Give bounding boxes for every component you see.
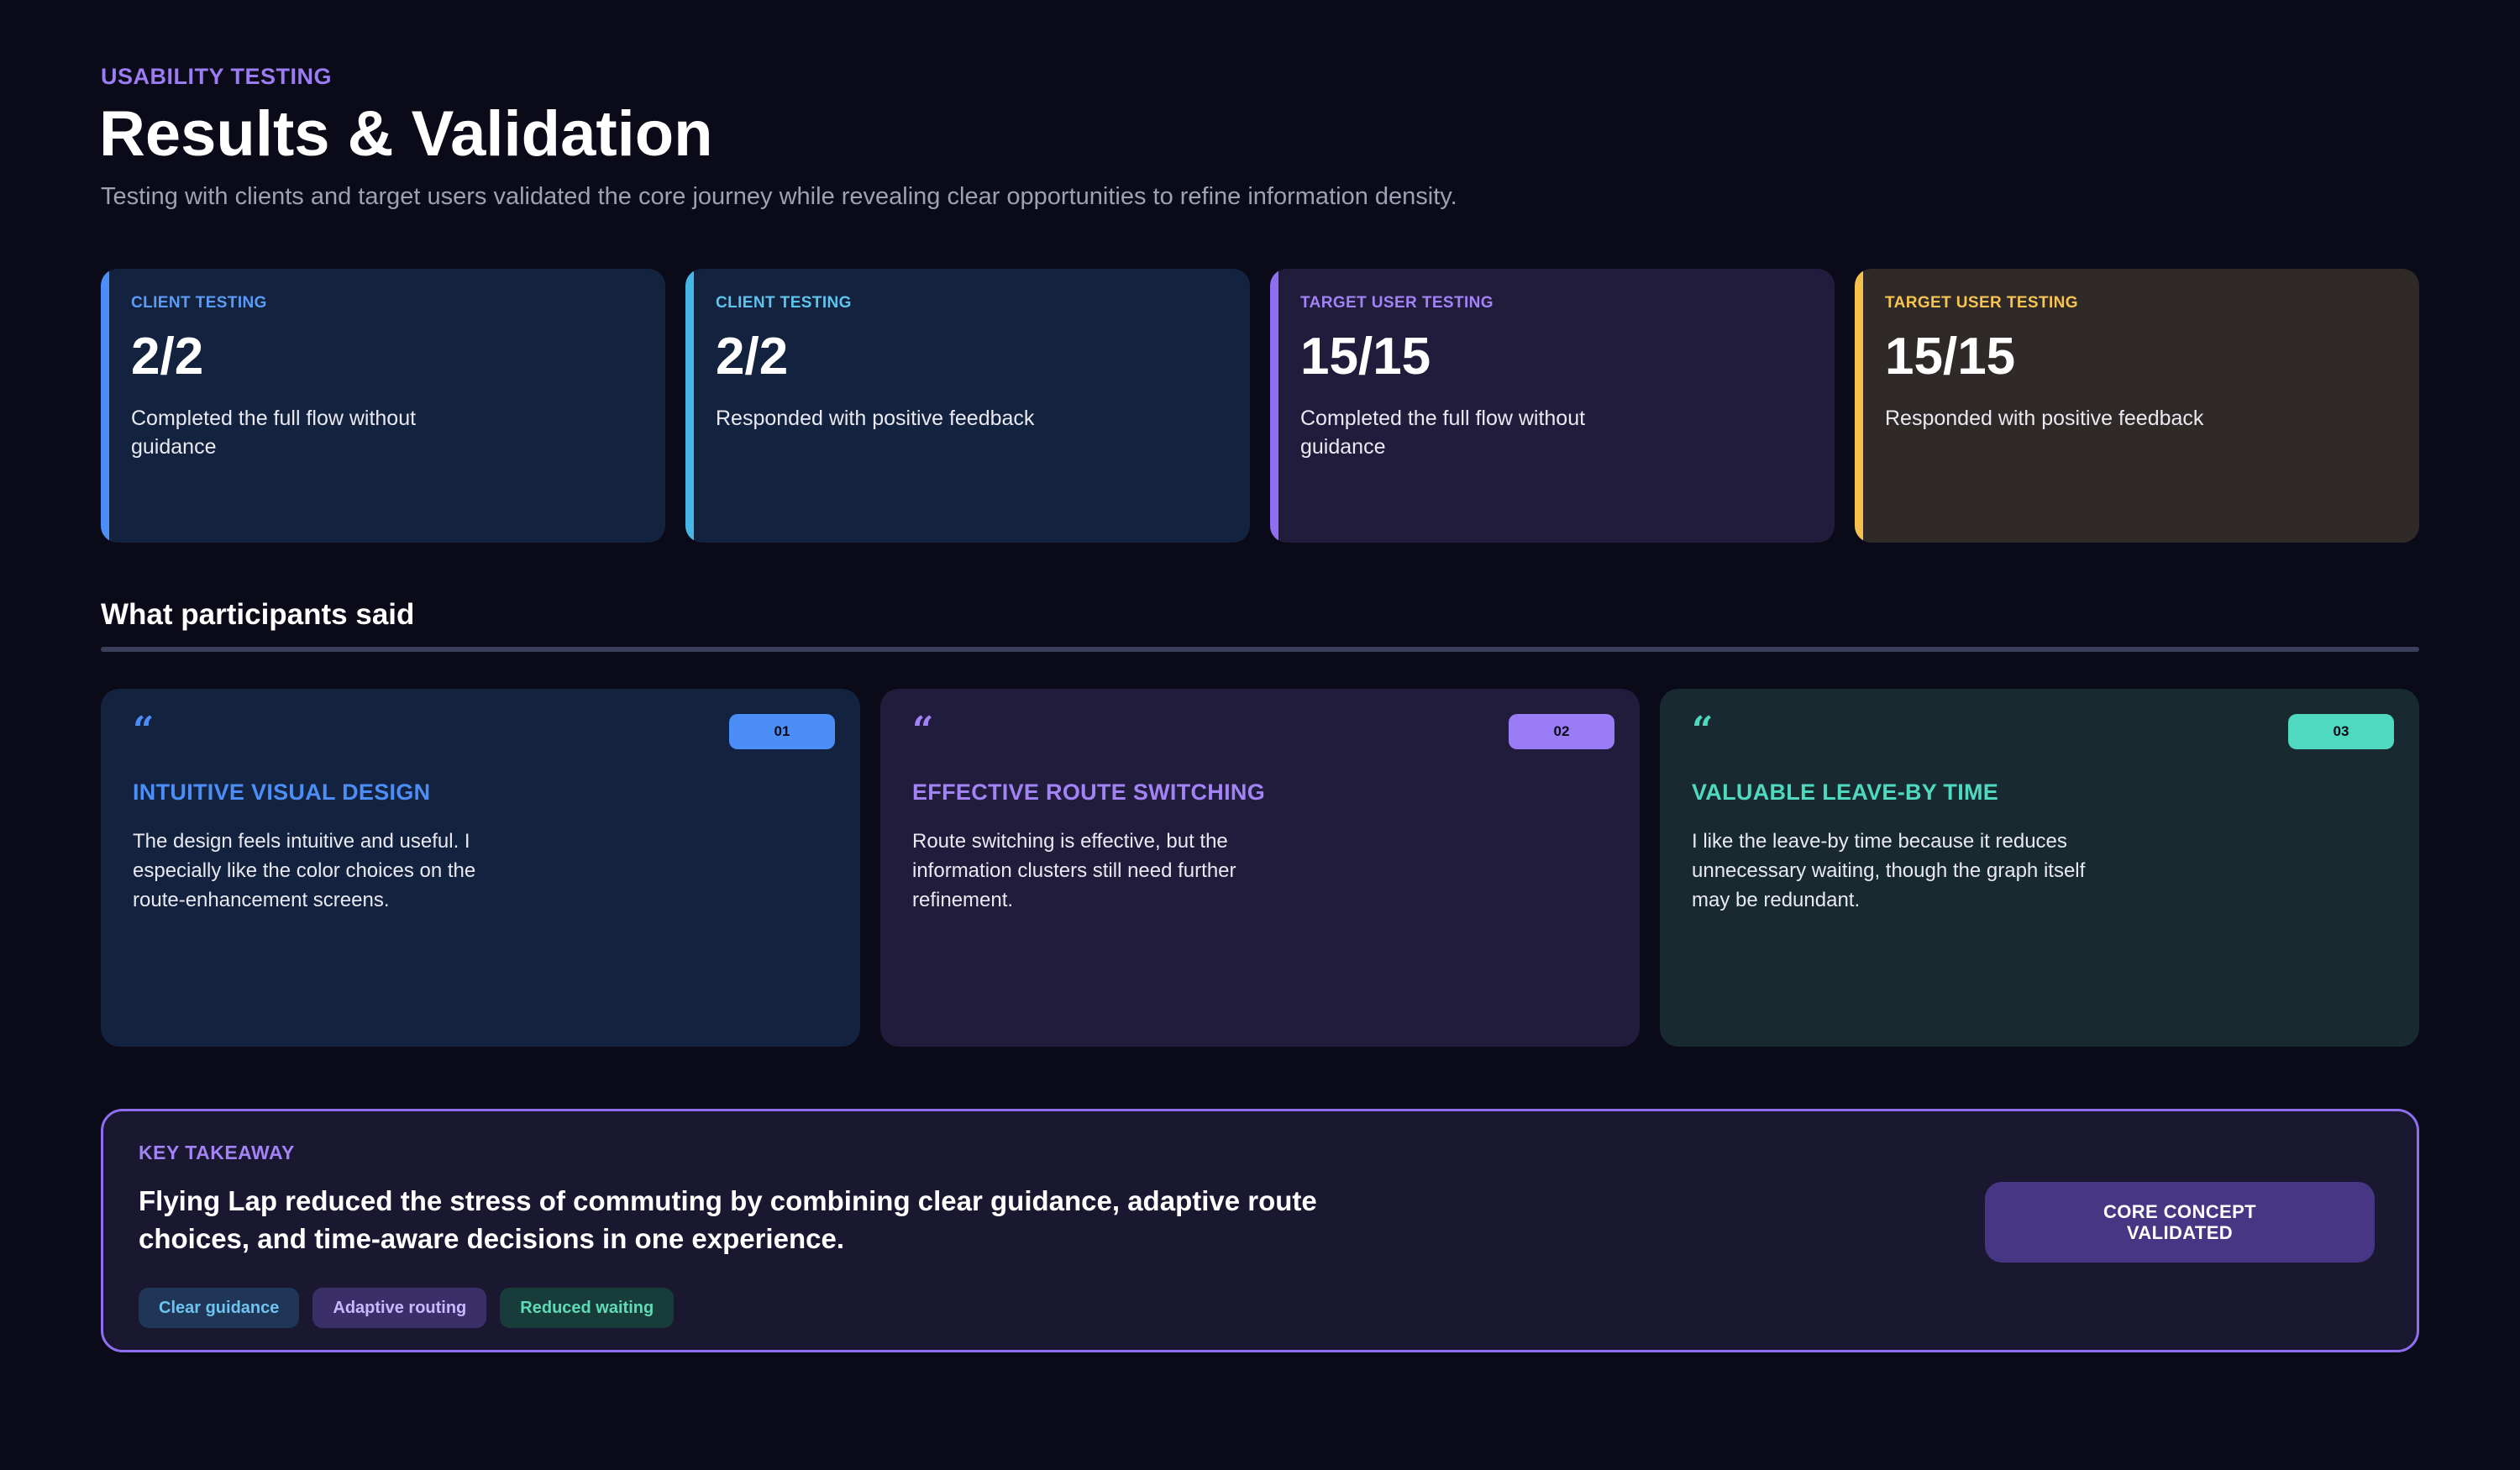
stat-description: Completed the full flow without guidance (1300, 407, 1586, 459)
stat-accent-bar (1270, 269, 1278, 543)
page-subtitle: Testing with clients and target users va… (101, 183, 1457, 210)
quote-heading: INTUITIVE VISUAL DESIGN (133, 780, 431, 805)
stat-card-client-completion: CLIENT TESTING 2/2 Completed the full fl… (101, 269, 665, 543)
section-divider (101, 647, 2419, 652)
quote-text: I like the leave-by time because it redu… (1692, 830, 2086, 911)
quote-mark-icon: “ (133, 709, 155, 752)
stat-label: CLIENT TESTING (131, 294, 267, 312)
stat-description: Responded with positive feedback (716, 407, 1035, 430)
stats-row: CLIENT TESTING 2/2 Completed the full fl… (101, 269, 2419, 543)
stat-value: 15/15 (1885, 328, 2016, 386)
quote-card: “ 02 EFFECTIVE ROUTE SWITCHING Route swi… (880, 689, 1640, 1047)
stat-accent-bar (685, 269, 694, 543)
stat-card-user-completion: TARGET USER TESTING 15/15 Completed the … (1270, 269, 1835, 543)
takeaway-chips: Clear guidance Adaptive routing Reduced … (139, 1288, 2381, 1329)
quote-text: Route switching is effective, but the in… (912, 830, 1236, 911)
quote-mark-icon: “ (1692, 709, 1714, 752)
stat-description: Responded with positive feedback (1885, 407, 2204, 430)
key-takeaway-panel: KEY TAKEAWAY Flying Lap reduced the stre… (101, 1109, 2419, 1352)
quotes-row: “ 01 INTUITIVE VISUAL DESIGN The design … (101, 689, 2419, 1047)
quote-mark-icon: “ (912, 709, 934, 752)
quote-card: “ 01 INTUITIVE VISUAL DESIGN The design … (101, 689, 860, 1047)
stat-description: Completed the full flow without guidance (131, 407, 417, 459)
quote-text: The design feels intuitive and useful. I… (133, 830, 476, 911)
quote-number-badge: 03 (2288, 714, 2394, 749)
stat-card-user-feedback: TARGET USER TESTING 15/15 Responded with… (1855, 269, 2419, 543)
page-title: Results & Validation (99, 98, 713, 170)
quote-number-badge: 01 (729, 714, 835, 749)
takeaway-label: KEY TAKEAWAY (139, 1142, 295, 1163)
stat-accent-bar (101, 269, 109, 543)
section-eyebrow: USABILITY TESTING (101, 64, 333, 89)
chip-reduced-waiting: Reduced waiting (500, 1288, 675, 1329)
takeaway-text: Flying Lap reduced the stress of commuti… (139, 1185, 1317, 1254)
chip-clear-guidance: Clear guidance (139, 1288, 300, 1329)
core-concept-validated-button[interactable]: CORE CONCEPT VALIDATED (1985, 1182, 2375, 1263)
quote-card: “ 03 VALUABLE LEAVE-BY TIME I like the l… (1660, 689, 2419, 1047)
stat-value: 2/2 (716, 328, 789, 386)
stat-label: TARGET USER TESTING (1300, 294, 1494, 312)
stat-value: 15/15 (1300, 328, 1431, 386)
chip-adaptive-routing: Adaptive routing (312, 1288, 487, 1329)
quote-heading: VALUABLE LEAVE-BY TIME (1692, 780, 1999, 805)
stat-label: TARGET USER TESTING (1885, 294, 2078, 312)
quote-number-badge: 02 (1509, 714, 1614, 749)
stat-accent-bar (1855, 269, 1863, 543)
stat-card-client-feedback: CLIENT TESTING 2/2 Responded with positi… (685, 269, 1250, 543)
stat-label: CLIENT TESTING (716, 294, 852, 312)
stat-value: 2/2 (131, 328, 204, 386)
quote-heading: EFFECTIVE ROUTE SWITCHING (912, 780, 1266, 805)
results-page: USABILITY TESTING Results & Validation T… (0, 0, 2520, 1470)
participants-section-title: What participants said (101, 598, 415, 631)
